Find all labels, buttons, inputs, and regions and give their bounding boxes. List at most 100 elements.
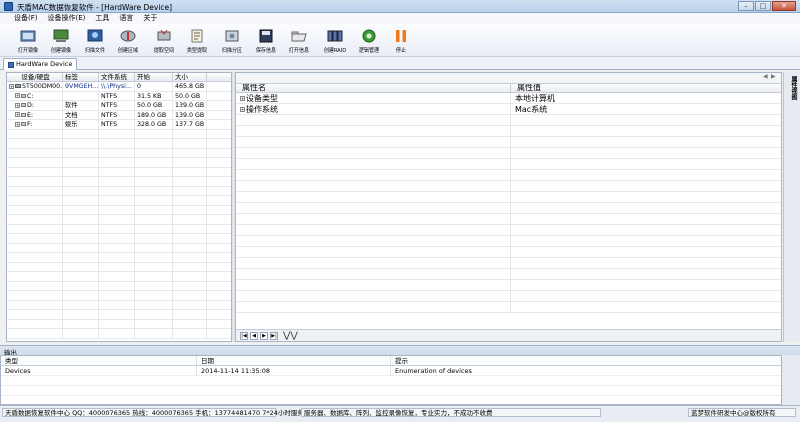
- disk-row[interactable]: + C: NTFS 31.5 KB 50.0 GB: [7, 91, 231, 101]
- col-device[interactable]: 设备/硬盘: [7, 73, 63, 81]
- expand-icon[interactable]: +: [15, 112, 20, 117]
- menu-bar: 设备(F) 设备操作(E) 工具 语言 关于: [0, 13, 800, 24]
- partition-icon: [21, 103, 26, 107]
- property-row: [236, 302, 781, 313]
- property-row[interactable]: + 设备类型 本地计算机: [236, 93, 781, 104]
- partition-icon: [21, 122, 26, 126]
- col-date[interactable]: 日期: [197, 356, 391, 365]
- open-image-icon: [20, 30, 36, 42]
- create-raid-button[interactable]: 创建RAID: [319, 28, 351, 56]
- col-start[interactable]: 开始: [135, 73, 173, 81]
- status-contact: 天盾数据恢复软件中心 QQ：4000076365 热线：4000076365 手…: [2, 408, 304, 417]
- close-button[interactable]: ✕: [772, 1, 796, 11]
- disk-row: [7, 319, 231, 329]
- save-info-icon: [259, 29, 273, 43]
- disk-row: [7, 158, 231, 168]
- disk-table-header: 设备/硬盘 标签 文件系统 开始 大小: [7, 73, 231, 82]
- property-row: [236, 280, 781, 291]
- disk-row: [7, 224, 231, 234]
- expand-icon[interactable]: +: [15, 121, 20, 127]
- property-row: [236, 258, 781, 269]
- stop-button[interactable]: 停止: [385, 28, 417, 56]
- type-extract-icon: [191, 29, 203, 43]
- nav-last-icon[interactable]: ▶|: [270, 331, 278, 340]
- toolbar: 打开镜像 创建镜像 扫描文件 创建区域 提取空间 类型提取 扫描分区 保存信息 …: [0, 24, 800, 57]
- expand-icon[interactable]: +: [15, 93, 20, 98]
- scan-partition-icon: [225, 30, 239, 42]
- output-row[interactable]: Devices 2014-11-14 11:35:08 Enumeration …: [1, 366, 781, 376]
- disk-row: [7, 196, 231, 206]
- col-property-value[interactable]: 属性值: [511, 84, 781, 92]
- scroll-right-icon[interactable]: ▶: [771, 74, 777, 81]
- open-info-icon: [291, 31, 307, 42]
- menu-device-ops[interactable]: 设备操作(E): [48, 13, 86, 24]
- output-grid: 类型 日期 提示 Devices 2014-11-14 11:35:08 Enu…: [0, 355, 782, 405]
- tab-label: HardWare Device: [16, 60, 73, 68]
- disk-row: [7, 205, 231, 215]
- nav-prev-icon[interactable]: ◀: [250, 331, 258, 340]
- nav-first-icon[interactable]: |◀: [240, 331, 248, 340]
- maximize-button[interactable]: □: [755, 1, 771, 11]
- record-navigator: |◀ ◀ ▶ ▶| ⋁⋁: [236, 329, 781, 341]
- property-row: [236, 159, 781, 170]
- menu-language[interactable]: 语言: [119, 13, 133, 24]
- property-row: [236, 214, 781, 225]
- col-label[interactable]: 标签: [63, 73, 99, 81]
- property-row: [236, 192, 781, 203]
- extract-space-icon: [157, 29, 171, 41]
- property-row: [236, 115, 781, 126]
- property-view-label: 属性视图: [790, 76, 797, 100]
- disk-row[interactable]: + ST500DM00... 9VMGEH... \\.\Physi... 0 465.8…: [7, 82, 231, 92]
- create-region-button[interactable]: 创建区域: [112, 28, 144, 56]
- disk-row: [7, 177, 231, 187]
- property-row: [236, 148, 781, 159]
- scan-partition-button[interactable]: 扫描分区: [216, 28, 248, 56]
- extract-space-button[interactable]: 提取空间: [148, 28, 180, 56]
- minimize-button[interactable]: –: [738, 1, 754, 11]
- scan-files-icon: [87, 29, 103, 42]
- menu-tools[interactable]: 工具: [95, 13, 109, 24]
- property-panel: ◀ ▶ 属性名 属性值 + 设备类型 本地计算机 + 操作系统 Mac系统 |◀ ◀ ▶ …: [235, 72, 782, 342]
- disk-row: [7, 139, 231, 149]
- disk-row: [7, 215, 231, 225]
- expand-icon[interactable]: +: [15, 102, 20, 108]
- status-copyright: 蓝梦软件研发中心@版权所有: [688, 408, 796, 417]
- title-bar: 天盾MAC数据恢复软件 - [HardWare Device] – □ ✕: [0, 0, 800, 13]
- expand-icon[interactable]: +: [9, 83, 14, 89]
- menu-about[interactable]: 关于: [143, 13, 157, 24]
- wave-icon: ⋁⋁: [283, 330, 298, 341]
- open-image-button[interactable]: 打开镜像: [12, 28, 44, 56]
- disk-row: [7, 310, 231, 320]
- create-image-button[interactable]: 创建镜像: [45, 28, 77, 56]
- scan-files-button[interactable]: 扫描文件: [79, 28, 111, 56]
- disk-row: [7, 253, 231, 263]
- col-size[interactable]: 大小: [173, 73, 207, 81]
- col-property-name[interactable]: 属性名: [236, 84, 511, 92]
- menu-device[interactable]: 设备(F): [14, 13, 38, 24]
- expand-icon[interactable]: +: [240, 96, 245, 101]
- disk-row: [7, 291, 231, 301]
- logic-manage-button[interactable]: 逻辑管理: [353, 28, 385, 56]
- hard-disk-icon: [15, 84, 21, 88]
- scroll-left-icon[interactable]: ◀: [763, 74, 769, 81]
- disk-row[interactable]: + F: 娱乐 NTFS 328.0 GB 137.7 GB: [7, 120, 231, 130]
- save-info-button[interactable]: 保存信息: [250, 28, 282, 56]
- col-filesystem[interactable]: 文件系统: [99, 73, 135, 81]
- col-tip[interactable]: 提示: [391, 356, 781, 365]
- type-extract-button[interactable]: 类型提取: [181, 28, 213, 56]
- tab-hardware-device[interactable]: HardWare Device: [3, 58, 78, 70]
- disk-table-body: + ST500DM00... 9VMGEH... \\.\Physi... 0 465.8…: [7, 82, 231, 339]
- expand-icon[interactable]: +: [240, 107, 245, 112]
- property-view-sidebar[interactable]: 属性视图: [783, 72, 800, 342]
- disk-row[interactable]: + D: 软件 NTFS 50.0 GB 139.0 GB: [7, 101, 231, 111]
- property-row[interactable]: + 操作系统 Mac系统: [236, 104, 781, 115]
- disk-row[interactable]: + E: 文档 NTFS 189.0 GB 139.0 GB: [7, 110, 231, 120]
- hardware-icon: [8, 61, 14, 68]
- app-icon: [4, 2, 13, 11]
- property-row: [236, 203, 781, 214]
- open-info-button[interactable]: 打开信息: [283, 28, 315, 56]
- nav-next-icon[interactable]: ▶: [260, 331, 268, 340]
- partition-icon: [21, 93, 26, 98]
- property-row: [236, 137, 781, 148]
- col-type[interactable]: 类型: [1, 356, 197, 365]
